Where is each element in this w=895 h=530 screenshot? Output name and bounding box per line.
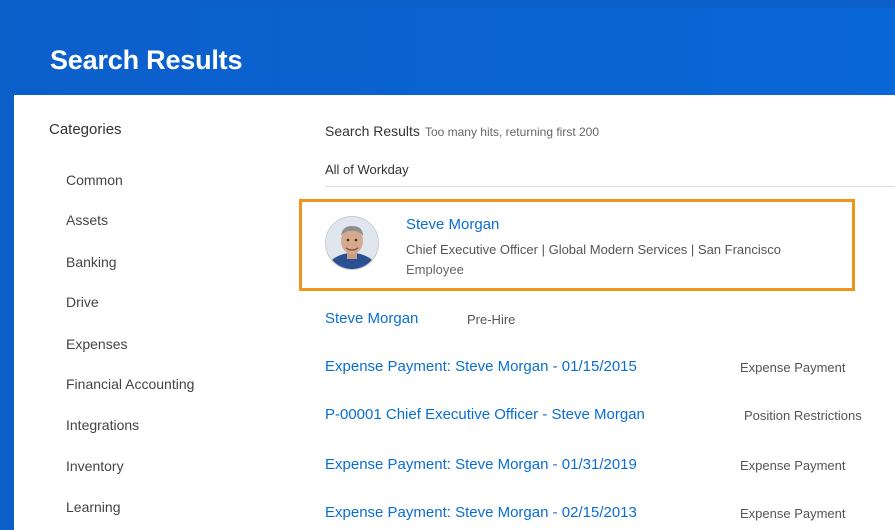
- category-inventory[interactable]: Inventory: [66, 457, 124, 475]
- result-type-label: Position Restrictions: [744, 408, 862, 423]
- featured-result-details: Chief Executive Officer | Global Modern …: [406, 242, 782, 257]
- featured-result-type: Employee: [406, 262, 464, 277]
- result-link-expense-2013[interactable]: Expense Payment: Steve Morgan - 02/15/20…: [325, 504, 637, 522]
- person-photo-icon: [326, 217, 378, 269]
- category-assets[interactable]: Assets: [66, 211, 108, 229]
- result-link-pre-hire[interactable]: Steve Morgan: [325, 310, 418, 328]
- results-heading-text: Search Results: [325, 123, 420, 139]
- page-title: Search Results: [50, 45, 243, 75]
- scope-label: All of Workday: [325, 162, 409, 177]
- result-link-expense-2019[interactable]: Expense Payment: Steve Morgan - 01/31/20…: [325, 456, 637, 474]
- category-learning[interactable]: Learning: [66, 498, 121, 516]
- result-type-label: Expense Payment: [740, 360, 846, 375]
- results-note: Too many hits, returning first 200: [424, 125, 600, 139]
- avatar[interactable]: [325, 216, 379, 270]
- category-financial-accounting[interactable]: Financial Accounting: [66, 375, 194, 393]
- result-link-position[interactable]: P-00001 Chief Executive Officer - Steve …: [325, 406, 645, 424]
- categories-heading: Categories: [49, 121, 122, 138]
- category-integrations[interactable]: Integrations: [66, 416, 139, 434]
- featured-result-name[interactable]: Steve Morgan: [406, 216, 499, 234]
- result-type-label: Pre-Hire: [467, 312, 516, 327]
- category-expenses[interactable]: Expenses: [66, 335, 127, 353]
- page-header: Search Results: [14, 8, 895, 95]
- result-link-expense-2015[interactable]: Expense Payment: Steve Morgan - 01/15/20…: [325, 358, 637, 376]
- divider: [325, 186, 895, 187]
- category-drive[interactable]: Drive: [66, 293, 99, 311]
- category-banking[interactable]: Banking: [66, 253, 117, 271]
- result-type-label: Expense Payment: [740, 458, 846, 473]
- results-heading: Search Results Too many hits, returning f…: [325, 122, 599, 141]
- result-type-label: Expense Payment: [740, 506, 846, 521]
- category-common[interactable]: Common: [66, 171, 123, 189]
